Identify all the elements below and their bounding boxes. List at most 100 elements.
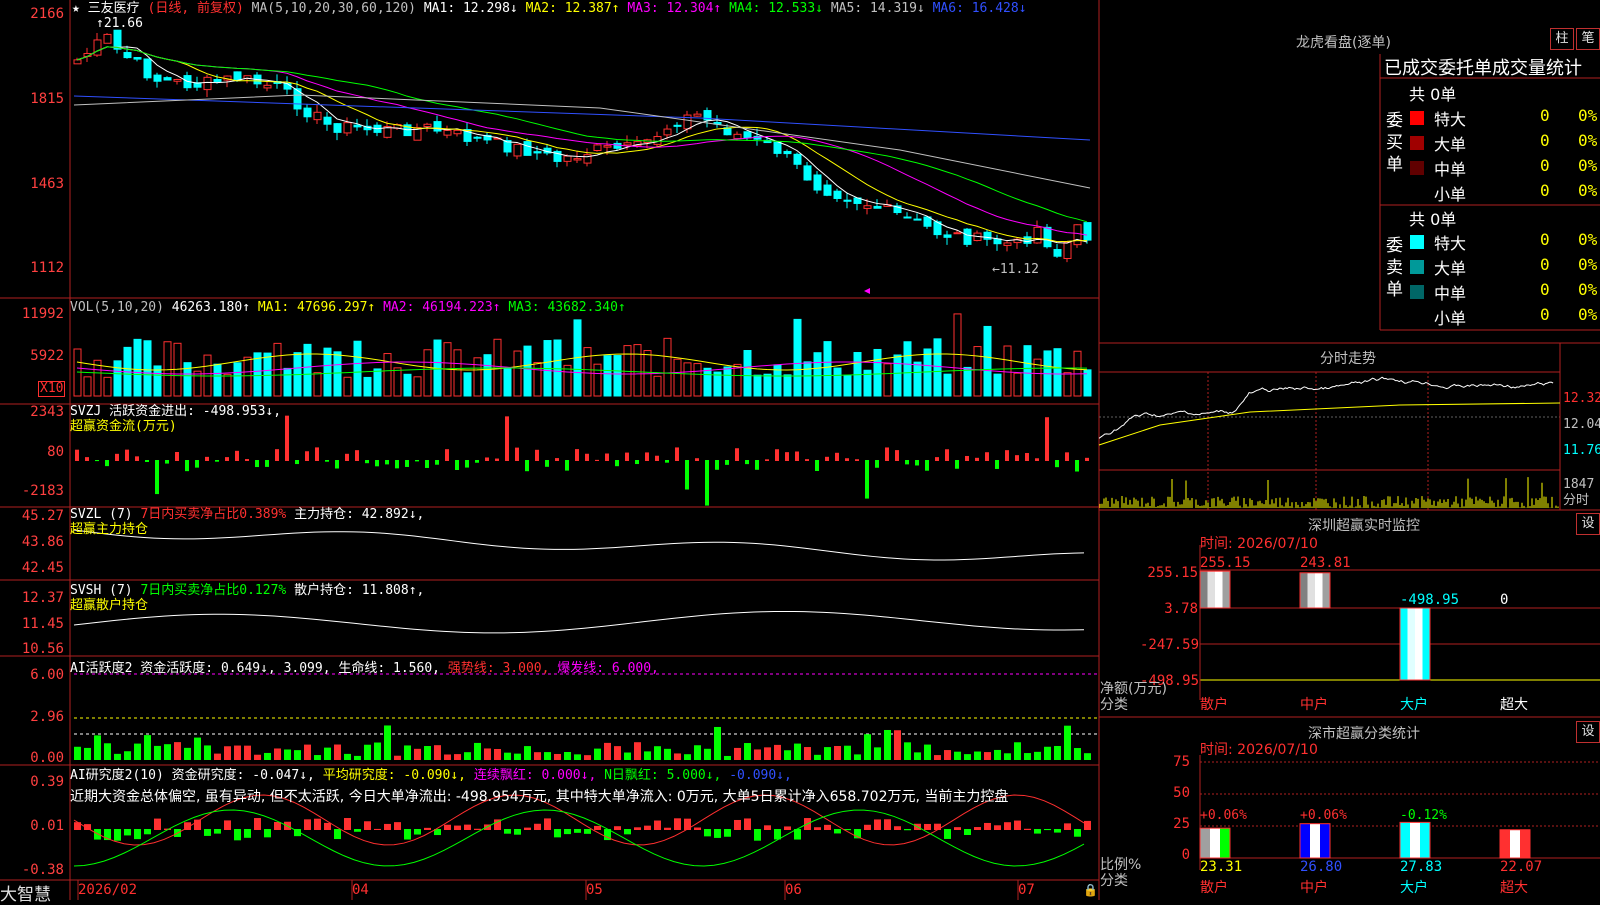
ratio-change: +0.06% — [1200, 808, 1247, 823]
activity-bar — [944, 750, 951, 760]
research-bar — [314, 818, 321, 830]
flow-bar — [255, 460, 259, 468]
candlestick — [433, 121, 442, 132]
sz-class-ytick: 75 — [1173, 754, 1190, 770]
tick-mode-button[interactable]: 笔 — [1576, 28, 1600, 50]
research-bar — [534, 823, 541, 830]
candlestick — [793, 153, 802, 165]
flow-bar — [535, 449, 539, 461]
intraday-vol-label: 1847 — [1563, 477, 1595, 492]
svsh-header: SVSH (7) 7日内买卖净占比0.127% 散户持仓: 11.808↑, — [70, 583, 425, 598]
flow-bar — [85, 457, 89, 461]
candlestick — [443, 129, 452, 136]
svzl-header: SVZL (7) 7日内买卖净占比0.389% 主力持仓: 42.892↓, — [70, 507, 425, 522]
activity-bar — [924, 744, 931, 760]
flow-bar — [335, 460, 339, 469]
sz-class-time: 时间: 2026/07/10 — [1200, 742, 1318, 758]
period-label[interactable]: (日线, 前复权) — [148, 1, 244, 16]
research-bar — [464, 824, 471, 830]
category-label: 大户 — [1400, 880, 1428, 896]
bar-mode-button[interactable]: 柱 — [1550, 28, 1574, 50]
candlestick — [213, 78, 222, 82]
ratio-bar — [1220, 828, 1231, 858]
svzl-ytick: 42.45 — [21, 560, 64, 576]
candlestick — [833, 190, 842, 199]
activity-bar — [124, 751, 131, 760]
low-price-label: ←11.12 — [992, 262, 1039, 277]
volume-bar — [523, 345, 532, 397]
flow-bar — [665, 460, 669, 463]
activity-bar — [874, 747, 881, 760]
candlestick — [1073, 224, 1082, 246]
activity-bar — [764, 747, 771, 760]
category-label: 大户 — [1400, 697, 1428, 713]
intraday-ytick: 12.04 — [1563, 417, 1600, 432]
activity-bar — [1064, 725, 1071, 760]
activity-bar — [854, 754, 861, 760]
order-pct: 0% — [1578, 181, 1598, 200]
volume-bar — [163, 341, 172, 397]
activity-bar — [634, 742, 641, 760]
order-size-label: 大单 — [1434, 259, 1467, 278]
activity-bar — [214, 753, 221, 760]
flow-bar — [855, 459, 859, 461]
activity-bar — [344, 753, 351, 760]
lock-icon[interactable]: 🔒 — [1083, 883, 1098, 897]
activity-bar — [724, 755, 731, 760]
xaxis-label: 2026/02 — [78, 882, 138, 898]
flow-bar — [585, 453, 589, 461]
sz-monitor-time: 时间: 2026/07/10 — [1200, 536, 1318, 552]
ma-values: MA1: 12.298↓ MA2: 12.387↑ MA3: 12.304↑ M… — [424, 1, 1027, 16]
activity-bar — [684, 754, 691, 760]
flow-bar — [435, 460, 439, 465]
volume-bar — [373, 368, 382, 397]
order-count: 0 — [1540, 156, 1550, 175]
sz-class-settings-button[interactable]: 设 — [1576, 721, 1600, 743]
activity-bar — [1084, 753, 1091, 760]
flow-bar — [945, 449, 949, 461]
volume-bar — [423, 349, 432, 397]
volume-bar — [673, 358, 682, 397]
research-bar — [614, 826, 621, 830]
kline-ytick: 1815 — [30, 91, 64, 107]
ai-research-ytick: -0.38 — [21, 862, 64, 878]
net-flow-bar — [1422, 608, 1431, 680]
candlestick — [73, 59, 82, 65]
activity-bar — [694, 745, 701, 760]
candlestick — [153, 74, 162, 82]
svsh-ytick: 11.45 — [21, 616, 64, 632]
intraday-price-line — [1098, 376, 1554, 439]
main-chart-canvas[interactable] — [0, 0, 1600, 900]
candlestick — [673, 124, 682, 127]
candlestick — [803, 165, 812, 181]
svzj-header: SVZJ 活跃资金进出: -498.953↓, — [70, 404, 282, 419]
flow-bar — [465, 460, 469, 468]
activity-bar — [984, 752, 991, 760]
ratio-value: 23.31 — [1200, 859, 1243, 875]
star-icon[interactable]: ★ — [72, 1, 80, 16]
research-avg-line — [73, 809, 1085, 867]
activity-bar — [604, 742, 611, 760]
research-bar — [594, 825, 601, 830]
activity-bar — [74, 746, 81, 760]
flow-bar — [295, 460, 299, 465]
volume-bar — [613, 355, 622, 397]
flow-bar — [735, 448, 739, 461]
research-bar — [774, 829, 781, 840]
flow-bar — [895, 450, 899, 461]
research-bar — [354, 829, 361, 832]
ma-value: MA5: 14.319↓ — [823, 1, 925, 16]
activity-bar — [224, 746, 231, 760]
candlestick — [733, 133, 742, 140]
sz-monitor-settings-button[interactable]: 设 — [1576, 513, 1600, 535]
sz-monitor-ytick: 255.15 — [1147, 565, 1198, 581]
ratio-bar — [1310, 823, 1321, 858]
flow-bar — [235, 450, 239, 461]
flow-bar — [105, 460, 109, 467]
activity-bar — [144, 735, 151, 760]
research-bar — [784, 826, 791, 830]
flow-bar — [525, 460, 529, 472]
research-bar — [334, 829, 341, 840]
svzj-subtitle: 超赢资金流(万元) — [70, 419, 177, 434]
volume-bar — [483, 354, 492, 397]
